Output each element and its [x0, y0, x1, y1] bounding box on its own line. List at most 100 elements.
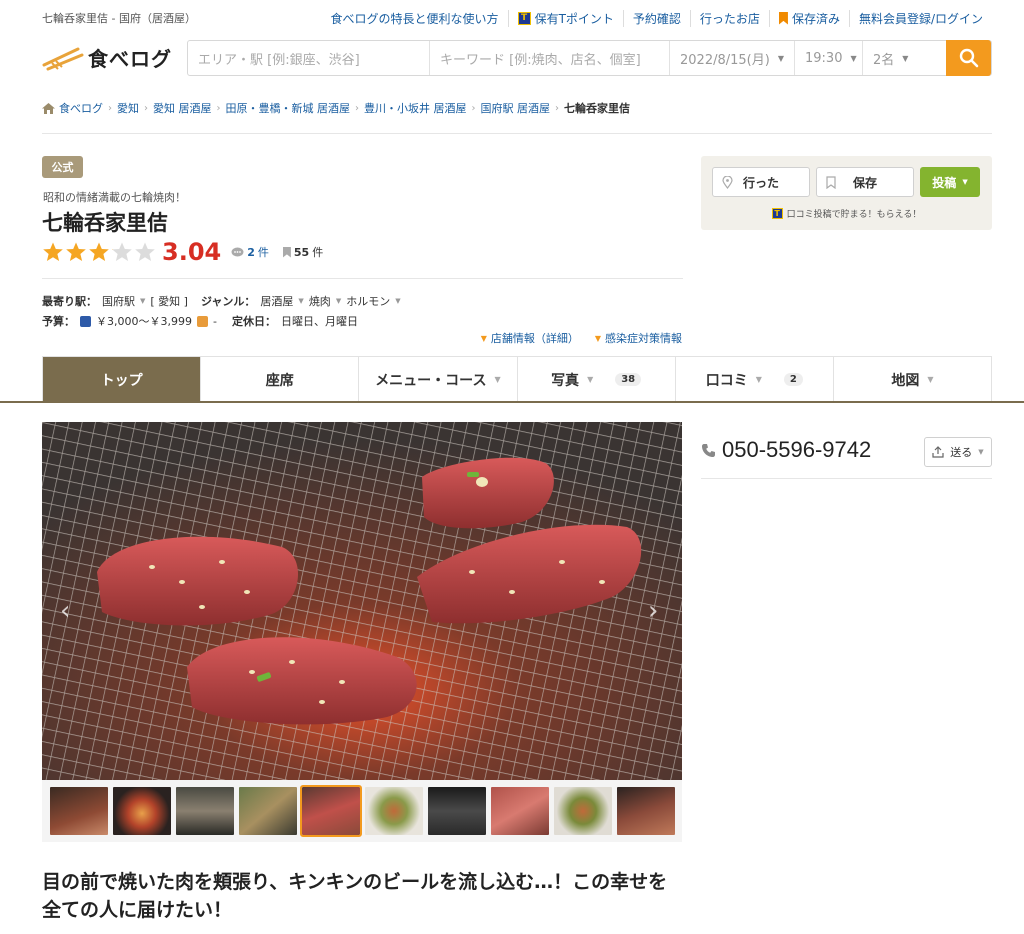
breadcrumb: 食べログ › 愛知 › 愛知 居酒屋 › 田原・豊橋・新城 居酒屋 › 豊川・小坂井 居…	[42, 100, 630, 116]
shop-tabs: トップ 座席 メニュー・コース ▼ 写真 ▼ 38 口コミ ▼ 2 地図 ▼	[42, 356, 992, 402]
star-icon	[89, 242, 109, 261]
review-count-badge: 2	[783, 373, 803, 386]
area-input[interactable]: エリア・駅 [例:銀座、渋谷]	[188, 41, 430, 75]
shop-catchphrase: 昭和の情緒満載の七輪焼肉！	[43, 191, 186, 204]
top-link-saved[interactable]: 保存済み	[768, 9, 849, 27]
breadcrumb-item[interactable]: 愛知 居酒屋	[153, 100, 212, 116]
photo-thumbnail[interactable]	[113, 787, 171, 835]
genre-link[interactable]: 焼肉	[309, 293, 331, 309]
photo-thumbnail[interactable]	[50, 787, 108, 835]
phone-icon	[702, 443, 715, 457]
location-pin-icon	[722, 176, 733, 189]
top-link-visited[interactable]: 行ったお店	[689, 9, 769, 27]
chevron-right-icon[interactable]: ›	[648, 597, 664, 625]
chevron-down-icon: ▼	[978, 448, 984, 456]
photo-thumbnail[interactable]	[176, 787, 234, 835]
save-button[interactable]: 保存	[816, 167, 914, 197]
tabelog-logo[interactable]: 食べログ	[42, 40, 172, 74]
chevron-down-icon: ▼	[927, 375, 934, 384]
chevron-down-icon: ▼	[335, 297, 342, 305]
shop-detail-link[interactable]: ▼ 店舗情報（詳細）	[481, 330, 579, 346]
chevron-down-icon: ▼	[777, 53, 784, 63]
chevron-right-icon: ›	[555, 102, 559, 114]
send-button[interactable]: 送る ▼	[924, 437, 992, 467]
chevron-down-icon: ▼	[902, 53, 909, 63]
chevron-down-icon: ▼	[850, 53, 857, 63]
top-link-reservations[interactable]: 予約確認	[622, 9, 690, 27]
rating-stars	[42, 241, 156, 263]
bookmark-icon	[778, 11, 788, 25]
tab-top[interactable]: トップ	[43, 357, 201, 402]
chevron-left-icon[interactable]: ‹	[60, 597, 76, 625]
photo-thumbnail[interactable]	[428, 787, 486, 835]
logo-text: 食べログ	[88, 46, 172, 71]
keyword-input[interactable]: キーワード [例:焼肉、店名、個室]	[430, 41, 670, 75]
photo-thumbnail[interactable]	[365, 787, 423, 835]
chevron-down-icon: ▼	[755, 375, 762, 384]
divider	[42, 278, 683, 279]
top-link-login[interactable]: 無料会員登録/ログイン	[848, 9, 992, 27]
tab-photos[interactable]: 写真 ▼ 38	[516, 357, 675, 402]
chopsticks-logo-icon	[42, 47, 84, 71]
breadcrumb-item[interactable]: 田原・豊橋・新城 居酒屋	[226, 100, 351, 116]
save-count: 55 件	[282, 244, 323, 260]
prefecture[interactable]: [ 愛知 ]	[150, 293, 188, 309]
photo-count-badge: 38	[615, 373, 642, 386]
genre-link[interactable]: 居酒屋	[260, 293, 293, 309]
chevron-down-icon: ▼	[594, 333, 601, 343]
top-link-features[interactable]: 食べログの特長と便利な使い方	[322, 10, 508, 27]
photo-thumbnail[interactable]	[491, 787, 549, 835]
action-box: 行った 保存 投稿 ▼ T 口コミ投稿で貯まる！もらえる！	[701, 156, 992, 230]
breadcrumb-item[interactable]: 食べログ	[59, 100, 103, 116]
station-link[interactable]: 国府駅	[102, 293, 135, 309]
chevron-down-icon: ▼	[587, 375, 594, 384]
review-count-link[interactable]: 2件	[231, 244, 269, 260]
tab-reviews[interactable]: 口コミ ▼ 2	[674, 357, 833, 402]
home-icon	[42, 102, 55, 114]
date-select[interactable]: 2022/8/15(月) ▼	[670, 41, 795, 75]
phone-number[interactable]: 050-5596-9742	[701, 437, 871, 463]
tab-seats[interactable]: 座席	[200, 357, 359, 402]
breadcrumb-item[interactable]: 国府駅 居酒屋	[481, 100, 551, 116]
rating-row: 3.04 2件 55 件	[42, 238, 323, 266]
top-link-tpoint[interactable]: T 保有Tポイント	[507, 9, 623, 27]
breadcrumb-item[interactable]: 豊川・小坂井 居酒屋	[364, 100, 467, 116]
chevron-right-icon: ›	[108, 102, 112, 114]
bookmark-icon	[282, 246, 291, 258]
star-icon	[66, 242, 86, 261]
comment-icon	[231, 247, 244, 256]
rating-score: 3.04	[162, 238, 222, 266]
budget-lunch: -	[212, 314, 217, 328]
people-select[interactable]: 2名 ▼	[863, 41, 919, 75]
tab-menu[interactable]: メニュー・コース ▼	[358, 357, 517, 402]
star-icon	[135, 242, 155, 261]
star-icon	[112, 242, 132, 261]
main-photo[interactable]: ‹ ›	[42, 422, 682, 780]
genre-link[interactable]: ホルモン	[346, 293, 390, 309]
info-links: ▼ 店舗情報（詳細） ▼ 感染症対策情報	[481, 330, 682, 346]
photo-thumbnail-selected[interactable]	[300, 785, 362, 837]
tab-underline	[0, 401, 1024, 403]
search-button[interactable]	[946, 40, 991, 76]
tab-map[interactable]: 地図 ▼	[832, 357, 992, 402]
divider	[42, 133, 992, 134]
post-button[interactable]: 投稿 ▼	[920, 167, 980, 197]
chevron-down-icon: ▼	[298, 297, 304, 305]
breadcrumb-item[interactable]: 愛知	[117, 100, 139, 116]
chevron-down-icon: ▼	[140, 297, 146, 305]
lunch-icon	[196, 315, 208, 327]
grilled-meat-photo	[42, 422, 682, 780]
photo-thumbnail[interactable]	[239, 787, 297, 835]
went-button[interactable]: 行った	[712, 167, 810, 197]
official-badge: 公式	[42, 156, 83, 178]
infection-control-link[interactable]: ▼ 感染症対策情報	[595, 330, 682, 346]
divider	[701, 478, 992, 479]
photo-thumbnail[interactable]	[617, 787, 675, 835]
photo-thumbnail[interactable]	[554, 787, 612, 835]
time-select[interactable]: 19:30 ▼	[795, 41, 863, 75]
chevron-down-icon: ▼	[494, 375, 501, 384]
chevron-right-icon: ›	[144, 102, 148, 114]
photo-thumbnails	[42, 780, 682, 842]
chevron-right-icon: ›	[355, 102, 359, 114]
share-icon	[932, 446, 944, 458]
